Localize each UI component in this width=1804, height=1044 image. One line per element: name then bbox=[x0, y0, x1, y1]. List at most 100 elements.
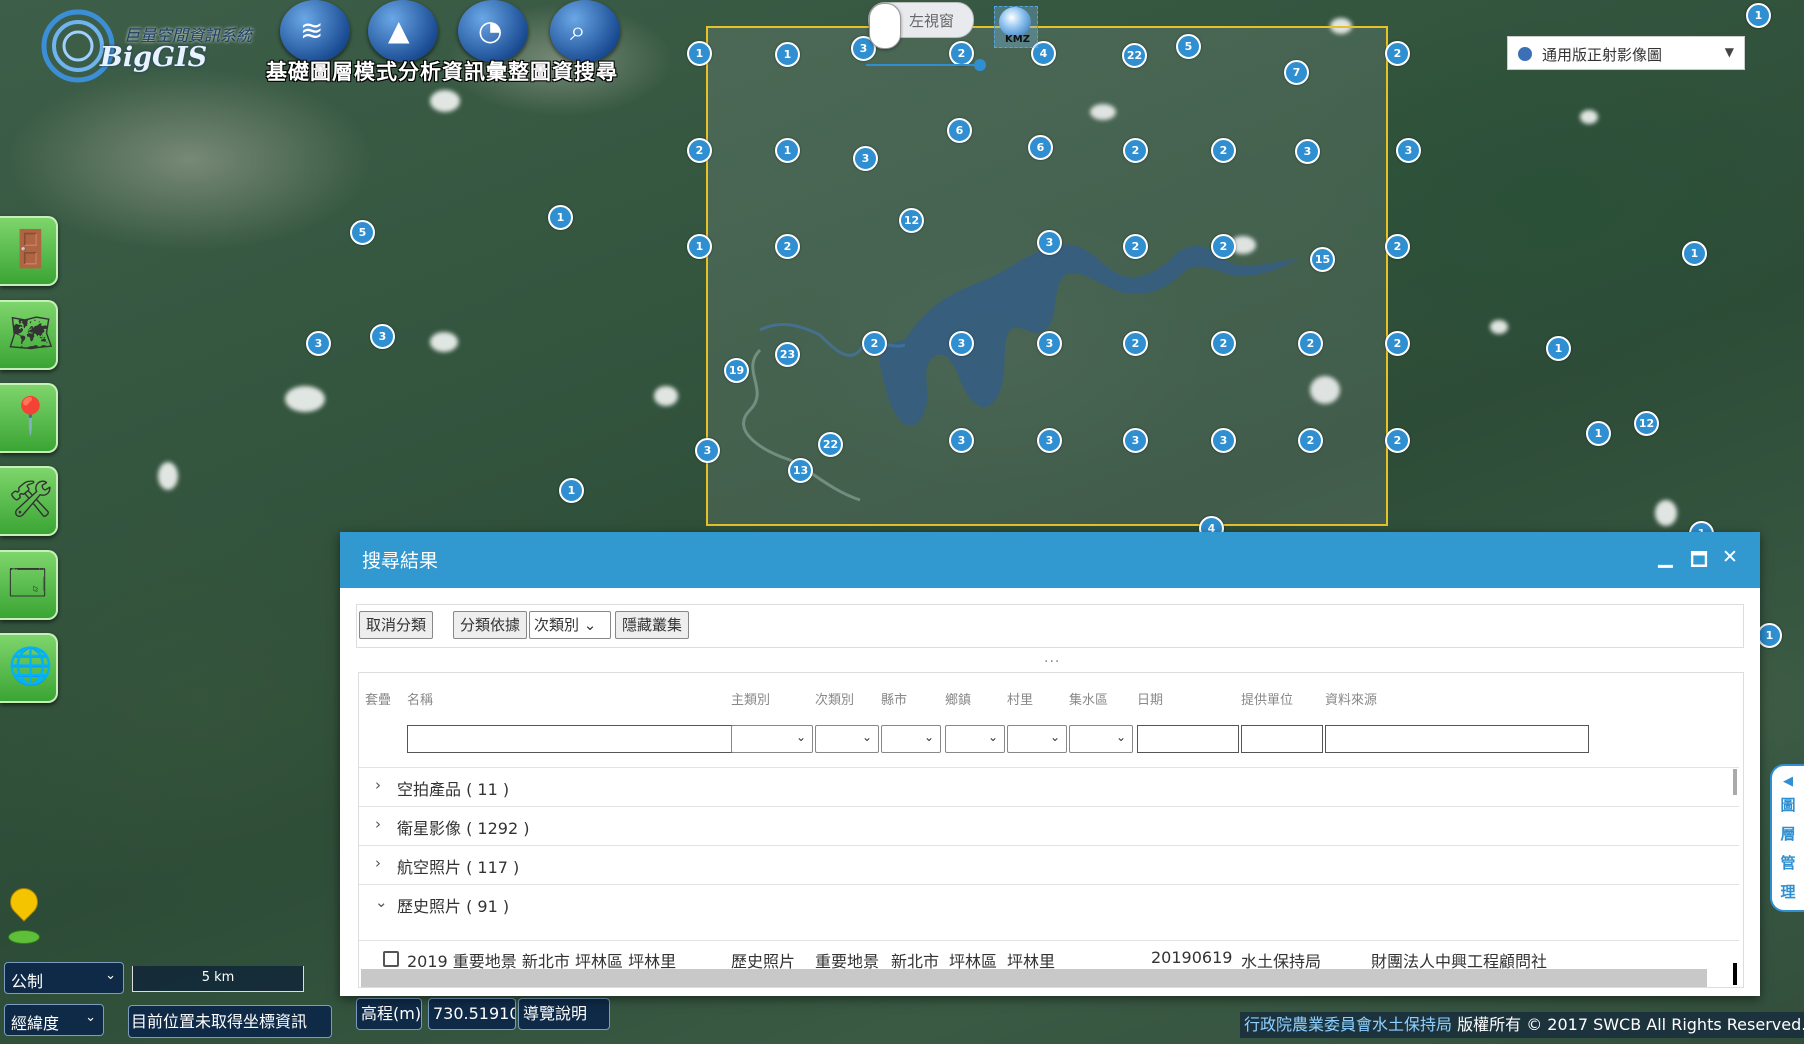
column-header-county[interactable]: 縣市 bbox=[881, 689, 907, 708]
panel-splitter[interactable]: ... bbox=[1044, 650, 1060, 666]
cluster-marker[interactable]: 6 bbox=[947, 118, 972, 143]
units-select[interactable]: 公制 ⌄ bbox=[4, 962, 124, 994]
swipe-handle[interactable] bbox=[974, 59, 986, 71]
cluster-marker[interactable]: 3 bbox=[853, 146, 878, 171]
cluster-marker[interactable]: 2 bbox=[1385, 331, 1410, 356]
cluster-marker[interactable]: 2 bbox=[775, 234, 800, 259]
cluster-marker[interactable]: 3 bbox=[949, 428, 974, 453]
side-taiwan-view-button[interactable]: 🗺 bbox=[0, 300, 58, 370]
cluster-marker[interactable]: 2 bbox=[1211, 234, 1236, 259]
layer-management-tab[interactable]: ◀ 圖層管理 bbox=[1770, 764, 1804, 912]
cluster-marker[interactable]: 19 bbox=[724, 358, 749, 383]
cluster-marker[interactable]: 3 bbox=[1037, 428, 1062, 453]
column-header-town[interactable]: 鄉鎮 bbox=[945, 689, 971, 708]
close-icon[interactable]: ✕ bbox=[1722, 546, 1738, 568]
basemap-select[interactable]: 通用版正射影像圖 ▼ bbox=[1507, 36, 1745, 70]
cluster-marker[interactable]: 22 bbox=[1122, 43, 1147, 68]
main-category-filter[interactable]: ⌄ bbox=[731, 725, 813, 753]
guide-button[interactable]: 導覽說明 bbox=[518, 998, 610, 1030]
column-header-sub-category[interactable]: 次類別 bbox=[815, 689, 854, 708]
cluster-marker[interactable]: 1 bbox=[1746, 3, 1771, 28]
column-header-overlay[interactable]: 套疊 bbox=[365, 689, 391, 708]
cluster-marker[interactable]: 1 bbox=[548, 205, 573, 230]
cluster-marker[interactable]: 15 bbox=[1310, 247, 1335, 272]
cluster-marker[interactable]: 1 bbox=[687, 41, 712, 66]
cluster-marker[interactable]: 1 bbox=[1546, 336, 1571, 361]
basemap-layers-tool[interactable]: ≋ bbox=[276, 0, 354, 62]
copyright-org-link[interactable]: 行政院農業委員會水土保持局 bbox=[1244, 1015, 1452, 1034]
column-header-main-category[interactable]: 主類別 bbox=[731, 689, 770, 708]
date-filter-input[interactable] bbox=[1137, 725, 1239, 753]
cluster-marker[interactable]: 3 bbox=[1037, 230, 1062, 255]
side-window-button[interactable]: 🗔 bbox=[0, 550, 58, 620]
side-tools-button[interactable]: 🛠 bbox=[0, 466, 58, 536]
cluster-marker[interactable]: 2 bbox=[1211, 331, 1236, 356]
column-header-provider[interactable]: 提供單位 bbox=[1241, 689, 1293, 708]
cluster-marker[interactable]: 3 bbox=[949, 331, 974, 356]
cluster-marker[interactable]: 2 bbox=[1298, 331, 1323, 356]
swipe-slider[interactable] bbox=[866, 59, 986, 71]
cluster-marker[interactable]: 6 bbox=[1028, 135, 1053, 160]
horizontal-scrollbar[interactable] bbox=[361, 969, 1707, 987]
panel-header[interactable]: 搜尋結果 ▁ 🗖 ✕ bbox=[340, 532, 1760, 588]
cluster-marker[interactable]: 2 bbox=[1385, 41, 1410, 66]
maximize-icon[interactable]: 🗖 bbox=[1690, 546, 1708, 578]
cluster-marker[interactable]: 5 bbox=[1176, 34, 1201, 59]
column-header-source[interactable]: 資料來源 bbox=[1325, 689, 1377, 708]
side-globe-button[interactable]: 🌐 bbox=[0, 633, 58, 703]
cluster-marker[interactable]: 2 bbox=[1123, 331, 1148, 356]
column-header-name[interactable]: 名稱 bbox=[407, 689, 433, 708]
cluster-marker[interactable]: 2 bbox=[949, 41, 974, 66]
group-row[interactable]: › 航空照片 ( 117 ) bbox=[359, 845, 1739, 884]
column-header-village[interactable]: 村里 bbox=[1007, 689, 1033, 708]
group-field-select[interactable]: 次類別 ⌄ bbox=[529, 611, 611, 639]
column-header-date[interactable]: 日期 bbox=[1137, 689, 1163, 708]
cluster-marker[interactable]: 3 bbox=[1211, 428, 1236, 453]
cluster-marker[interactable]: 1 bbox=[559, 478, 584, 503]
cluster-marker[interactable]: 22 bbox=[818, 432, 843, 457]
hide-cluster-button[interactable]: 隱藏叢集 bbox=[615, 611, 690, 639]
cluster-marker[interactable]: 3 bbox=[1037, 331, 1062, 356]
cluster-marker[interactable]: 2 bbox=[1385, 234, 1410, 259]
sub-category-filter[interactable]: ⌄ bbox=[815, 725, 879, 753]
map-search-tool[interactable]: ⌕ bbox=[546, 0, 624, 62]
side-exit-button[interactable]: 🚪 bbox=[0, 216, 58, 286]
kmz-button[interactable]: KMZ bbox=[994, 6, 1038, 48]
current-location-pin-icon[interactable] bbox=[4, 882, 44, 948]
name-filter-input[interactable] bbox=[407, 725, 737, 753]
village-filter[interactable]: ⌄ bbox=[1007, 725, 1067, 753]
cluster-marker[interactable]: 2 bbox=[1123, 234, 1148, 259]
minimize-icon[interactable]: ▁ bbox=[1658, 546, 1673, 568]
toggle-knob[interactable] bbox=[869, 3, 901, 49]
column-header-watershed[interactable]: 集水區 bbox=[1069, 689, 1108, 708]
cluster-marker[interactable]: 3 bbox=[306, 331, 331, 356]
cluster-marker[interactable]: 12 bbox=[1634, 411, 1659, 436]
group-row[interactable]: › 空拍產品 ( 11 ) bbox=[359, 767, 1739, 806]
cluster-marker[interactable]: 3 bbox=[1295, 139, 1320, 164]
group-row[interactable]: › 衛星影像 ( 1292 ) bbox=[359, 806, 1739, 845]
cluster-marker[interactable]: 12 bbox=[899, 208, 924, 233]
cluster-marker[interactable]: 5 bbox=[350, 220, 375, 245]
overlay-checkbox[interactable] bbox=[383, 951, 399, 967]
cluster-marker[interactable]: 3 bbox=[1396, 138, 1421, 163]
watershed-filter[interactable]: ⌄ bbox=[1069, 725, 1133, 753]
county-filter[interactable]: ⌄ bbox=[881, 725, 941, 753]
cluster-marker[interactable]: 2 bbox=[1298, 428, 1323, 453]
town-filter[interactable]: ⌄ bbox=[945, 725, 1005, 753]
cluster-marker[interactable]: 3 bbox=[370, 324, 395, 349]
cluster-marker[interactable]: 1 bbox=[1586, 421, 1611, 446]
cluster-marker[interactable]: 2 bbox=[687, 138, 712, 163]
group-row[interactable]: ⌄ 歷史照片 ( 91 ) bbox=[359, 884, 1739, 923]
cluster-marker[interactable]: 1 bbox=[687, 234, 712, 259]
cluster-marker[interactable]: 3 bbox=[695, 438, 720, 463]
left-window-toggle[interactable]: 左視窗 bbox=[868, 2, 974, 49]
group-by-button[interactable]: 分類依據 bbox=[453, 611, 528, 639]
cluster-marker[interactable]: 3 bbox=[1123, 428, 1148, 453]
cancel-group-button[interactable]: 取消分類 bbox=[359, 611, 434, 639]
cluster-marker[interactable]: 1 bbox=[775, 138, 800, 163]
cluster-marker[interactable]: 2 bbox=[1211, 138, 1236, 163]
cluster-marker[interactable]: 2 bbox=[1385, 428, 1410, 453]
side-location-button[interactable]: 📍 bbox=[0, 383, 58, 453]
vertical-scrollbar[interactable] bbox=[1733, 769, 1737, 795]
cluster-marker[interactable]: 7 bbox=[1284, 60, 1309, 85]
